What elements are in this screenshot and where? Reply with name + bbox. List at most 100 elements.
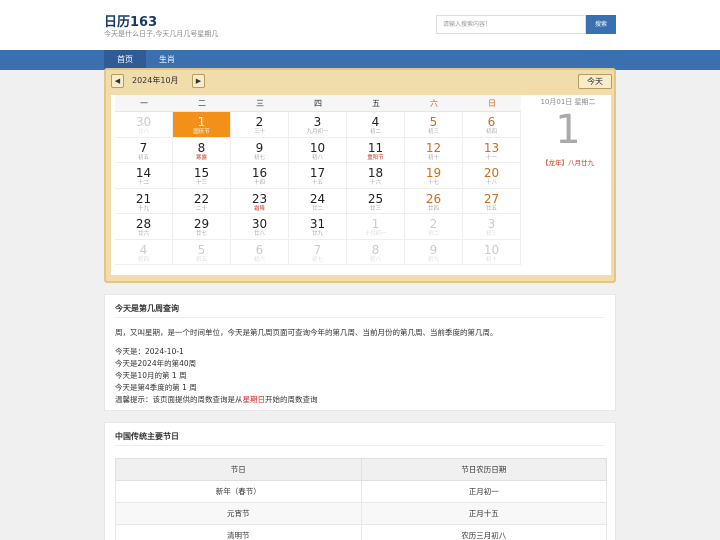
- lunar-label: 初七: [311, 256, 323, 263]
- weekday-header: 五: [347, 95, 405, 112]
- detail-day-number: 1: [555, 107, 581, 153]
- calendar-day-cell[interactable]: 23 霜降: [231, 188, 289, 214]
- calendar-day-cell[interactable]: 4 初四: [115, 239, 173, 265]
- prev-month-button[interactable]: ◀: [111, 74, 124, 88]
- calendar-day-cell[interactable]: 31 廿九: [289, 214, 347, 240]
- calendar-day-cell[interactable]: 18 十六: [347, 163, 405, 189]
- lunar-label: 廿三: [369, 205, 381, 212]
- site-tagline: 今天是什么日子,今天几月几号星期几: [104, 30, 219, 38]
- lunar-label: 廿九: [311, 231, 323, 237]
- search-button[interactable]: 搜索: [586, 15, 616, 34]
- search-input[interactable]: 请输入搜索内容！: [436, 15, 586, 34]
- lunar-label: 初二: [427, 231, 439, 237]
- day-number: 18: [367, 166, 384, 180]
- calendar-day-cell[interactable]: 11 重阳节: [347, 137, 405, 163]
- lunar-label: 初二: [369, 129, 381, 135]
- calendar-day-cell[interactable]: 3 九月初一: [289, 112, 347, 138]
- calendar-day-cell[interactable]: 20 十八: [463, 163, 521, 189]
- calendar-day-cell[interactable]: 6 初四: [463, 112, 521, 138]
- lunar-label: 二十: [195, 205, 207, 212]
- calendar-day-cell[interactable]: 1 国庆节: [173, 112, 231, 138]
- nav-item-zodiac[interactable]: 生肖: [146, 50, 188, 70]
- calendar-day-cell[interactable]: 10 初八: [289, 137, 347, 163]
- calendar-day-cell[interactable]: 1 十月初一: [347, 214, 405, 240]
- calendar-day-cell[interactable]: 28 廿六: [115, 214, 173, 240]
- day-number: 7: [139, 140, 148, 155]
- calendar-day-cell[interactable]: 7 初五: [115, 137, 173, 163]
- calendar-day-cell[interactable]: 30 廿八: [231, 214, 289, 240]
- lunar-label: 三十: [253, 129, 265, 135]
- festival-date: 正月初一: [360, 480, 607, 503]
- day-number: 30: [135, 115, 152, 129]
- festival-name[interactable]: 清明节: [115, 524, 362, 540]
- calendar-day-cell[interactable]: 8 寒露: [173, 137, 231, 163]
- lunar-label: 十四: [253, 180, 265, 186]
- nav-item-home[interactable]: 首页: [104, 50, 146, 70]
- day-number: 20: [483, 166, 500, 180]
- festival-date: 正月十五: [360, 502, 607, 525]
- today-button[interactable]: 今天: [578, 74, 612, 89]
- day-number: 13: [483, 140, 500, 155]
- calendar-day-cell[interactable]: 13 十一: [463, 137, 521, 163]
- site-logo[interactable]: 日历163: [104, 11, 157, 30]
- calendar-day-cell[interactable]: 2 三十: [231, 112, 289, 138]
- site-header: 日历163 今天是什么日子,今天几月几号星期几 请输入搜索内容！ 搜索: [0, 0, 720, 50]
- week-query-intro: 周，又叫星期，是一个时间单位，今天是第几周页面可查询今年的第几周、当前月份的第几…: [115, 328, 498, 337]
- lunar-label: 初六: [253, 256, 265, 263]
- calendar-day-cell[interactable]: 7 初七: [289, 239, 347, 265]
- lunar-label: 廿五: [485, 205, 497, 212]
- calendar-day-cell[interactable]: 24 廿二: [289, 188, 347, 214]
- calendar-day-cell[interactable]: 21 十九: [115, 188, 173, 214]
- calendar-day-cell[interactable]: 4 初二: [347, 112, 405, 138]
- calendar-day-cell[interactable]: 16 十四: [231, 163, 289, 189]
- calendar-day-cell[interactable]: 10 初十: [463, 239, 521, 265]
- week-query-title: 今天是第几周查询: [115, 304, 179, 313]
- calendar-day-cell[interactable]: 15 十三: [173, 163, 231, 189]
- lunar-label: 九月初一: [306, 129, 329, 135]
- day-detail-panel: 10月01日 星期二 1 【龙年】八月廿九: [525, 95, 611, 275]
- detail-lunar-date: 【龙年】八月廿九: [542, 159, 594, 167]
- lunar-label: 初三: [427, 129, 439, 135]
- calendar-day-cell[interactable]: 17 十五: [289, 163, 347, 189]
- calendar-day-cell[interactable]: 26 廿四: [405, 188, 463, 214]
- calendar-day-cell[interactable]: 27 廿五: [463, 188, 521, 214]
- day-number: 27: [483, 191, 500, 206]
- lunar-label: 初十: [427, 154, 439, 161]
- quarter-week-text: 今天是第4季度的第 1 周: [115, 383, 197, 392]
- festival-name[interactable]: 新年（春节）: [115, 480, 362, 503]
- week-query-tip: 温馨提示：该页面提供的周数查询是从星期日开始的周数查询: [115, 394, 318, 405]
- calendar-grid: 10月01日 星期二 1 【龙年】八月廿九 一二三四五六日 30 廿八 1 国庆节 2 三十…: [111, 95, 611, 275]
- lunar-label: 初八: [369, 256, 381, 263]
- calendar-day-cell[interactable]: 3 初三: [463, 214, 521, 240]
- day-number: 1: [371, 217, 380, 231]
- day-number: 31: [309, 217, 326, 231]
- calendar-day-cell[interactable]: 29 廿七: [173, 214, 231, 240]
- lunar-label: 霜降: [253, 205, 265, 212]
- day-number: 29: [193, 217, 210, 231]
- calendar-day-cell[interactable]: 14 十二: [115, 163, 173, 189]
- lunar-label: 初四: [485, 129, 497, 135]
- day-number: 24: [309, 191, 326, 206]
- lunar-label: 十六: [369, 180, 381, 186]
- calendar-day-cell[interactable]: 30 廿八: [115, 112, 173, 138]
- calendar-day-cell[interactable]: 22 二十: [173, 188, 231, 214]
- calendar-day-cell[interactable]: 9 初七: [231, 137, 289, 163]
- calendar-day-cell[interactable]: 2 初二: [405, 214, 463, 240]
- calendar-day-cell[interactable]: 5 初三: [405, 112, 463, 138]
- calendar-day-cell[interactable]: 5 初五: [173, 239, 231, 265]
- calendar-day-cell[interactable]: 25 廿三: [347, 188, 405, 214]
- year-month-label[interactable]: 2024年10月: [132, 75, 179, 86]
- lunar-label: 廿二: [311, 205, 323, 212]
- lunar-label: 寒露: [195, 154, 207, 161]
- day-number: 19: [425, 166, 442, 180]
- calendar-day-cell[interactable]: 19 十七: [405, 163, 463, 189]
- calendar-day-cell[interactable]: 12 初十: [405, 137, 463, 163]
- calendar-day-cell[interactable]: 9 初九: [405, 239, 463, 265]
- next-month-button[interactable]: ▶: [192, 74, 205, 88]
- festival-name[interactable]: 元宵节: [115, 502, 362, 525]
- calendar-day-cell[interactable]: 6 初六: [231, 239, 289, 265]
- day-number: 26: [425, 191, 442, 206]
- table-row: 清明节 农历三月初八: [115, 524, 607, 540]
- calendar-day-cell[interactable]: 8 初八: [347, 239, 405, 265]
- day-number: 9: [429, 242, 438, 257]
